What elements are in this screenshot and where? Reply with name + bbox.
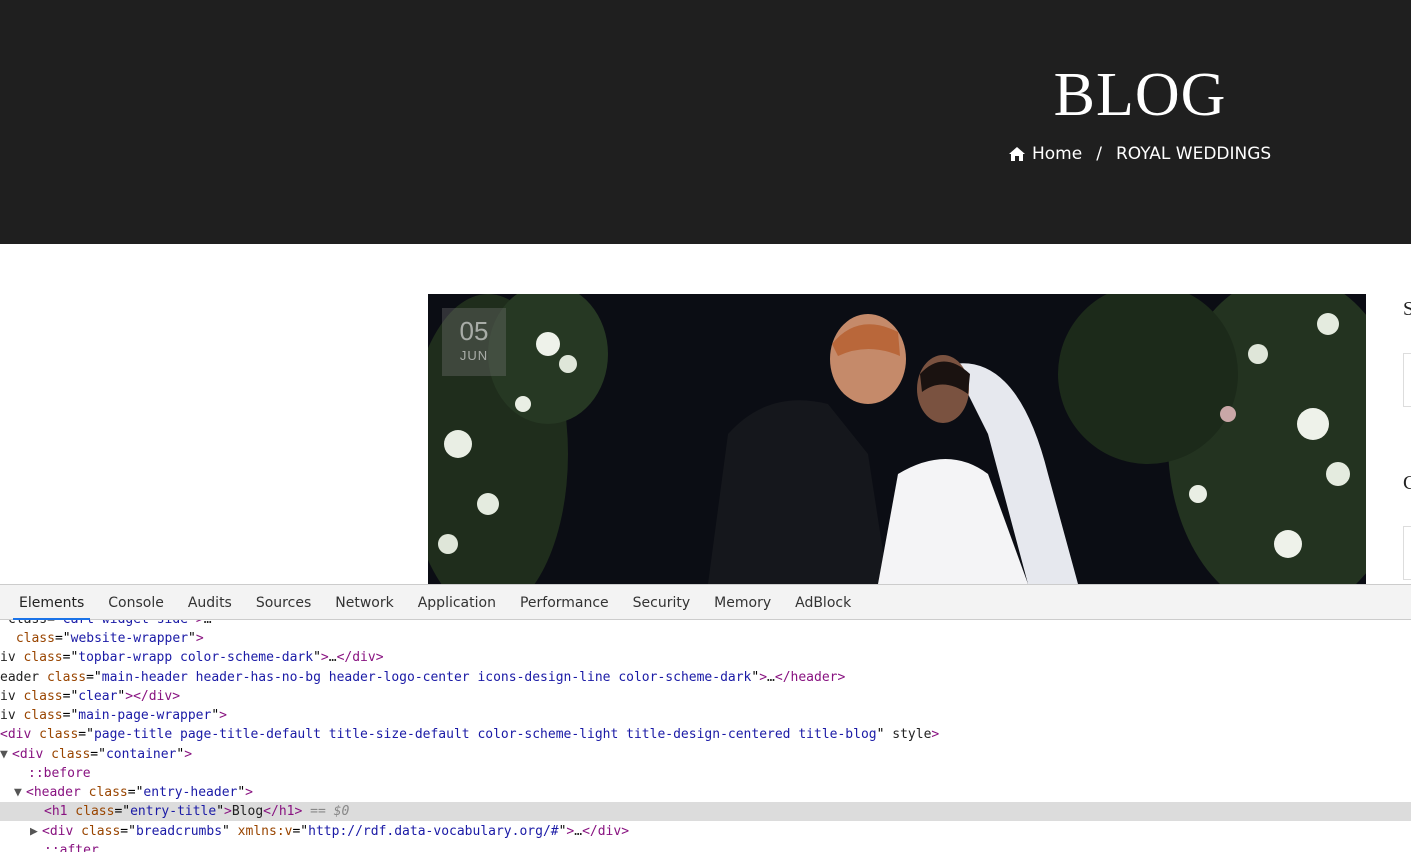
devtools-tab-audits[interactable]: Audits	[176, 595, 244, 619]
devtools-tab-sources[interactable]: Sources	[244, 595, 323, 619]
devtools-tab-memory[interactable]: Memory	[702, 595, 783, 619]
dom-node[interactable]: eader class="main-header header-has-no-b…	[0, 668, 1411, 687]
sidebar-widget-box[interactable]	[1403, 526, 1411, 580]
breadcrumb-current[interactable]: ROYAL WEDDINGS	[1116, 144, 1271, 164]
dom-node-selected[interactable]: <h1 class="entry-title">Blog</h1> == $0	[0, 802, 1411, 821]
devtools-tab-security[interactable]: Security	[621, 595, 703, 619]
breadcrumb-home-link[interactable]: Home	[1032, 144, 1082, 164]
breadcrumb-separator: /	[1096, 144, 1102, 164]
dom-node[interactable]: ▼ <div class="container">	[0, 745, 1411, 764]
devtools-tab-bar: Elements Console Audits Sources Network Appli…	[0, 585, 1411, 620]
dom-node[interactable]: iv class="topbar-wrapp color-scheme-dark…	[0, 648, 1411, 667]
sidebar-widget-title: S	[1403, 298, 1411, 320]
expand-toggle-icon[interactable]: ▶	[30, 822, 42, 841]
devtools-tab-performance[interactable]: Performance	[508, 595, 621, 619]
dom-node[interactable]: ::before	[0, 764, 1411, 783]
elements-dom-tree[interactable]: class="cart-widget-side">… class="websit…	[0, 620, 1411, 852]
post-featured-image[interactable]	[428, 294, 1366, 584]
sidebar-search-input[interactable]	[1403, 353, 1411, 407]
dom-node[interactable]: class="cart-widget-side">…	[0, 620, 1411, 629]
dom-node[interactable]: <div class="page-title page-title-defaul…	[0, 725, 1411, 744]
devtools-tab-elements[interactable]: Elements	[7, 595, 96, 620]
devtools-tab-application[interactable]: Application	[406, 595, 508, 619]
dom-node[interactable]: iv class="main-page-wrapper">	[0, 706, 1411, 725]
dom-node[interactable]: ::after	[0, 841, 1411, 852]
expand-toggle-icon[interactable]: ▼	[14, 783, 26, 802]
dom-node[interactable]: iv class="clear"></div>	[0, 687, 1411, 706]
expand-toggle-icon[interactable]: ▼	[0, 745, 12, 764]
breadcrumb: Home / ROYAL WEDDINGS	[1008, 143, 1271, 165]
wedding-photo	[428, 294, 1366, 584]
dom-node[interactable]: class="website-wrapper">	[0, 629, 1411, 648]
post-date-badge: 05 JUN	[442, 308, 506, 376]
post-date-month: JUN	[459, 348, 489, 363]
devtools-panel: Elements Console Audits Sources Network Appli…	[0, 584, 1411, 852]
dom-node[interactable]: ▼ <header class="entry-header">	[0, 783, 1411, 802]
devtools-tab-adblock[interactable]: AdBlock	[783, 595, 863, 619]
page-title-banner: BLOG Home / ROYAL WEDDINGS	[0, 0, 1411, 244]
devtools-tab-console[interactable]: Console	[96, 595, 176, 619]
page-title: BLOG	[1053, 61, 1227, 129]
home-icon	[1009, 147, 1025, 161]
dom-node[interactable]: ▶ <div class="breadcrumbs" xmlns:v="http:…	[0, 822, 1411, 841]
sidebar-widget-title-2: C	[1403, 472, 1411, 494]
devtools-tab-network[interactable]: Network	[323, 595, 405, 619]
post-date-day: 05	[459, 316, 489, 346]
